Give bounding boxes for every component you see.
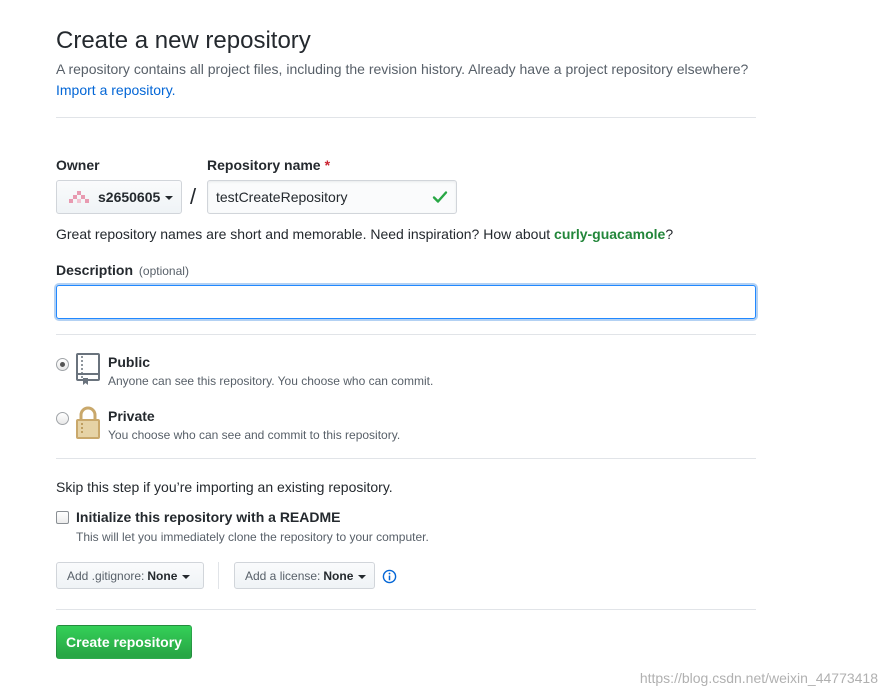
readme-checkbox[interactable] xyxy=(56,511,69,524)
private-title: Private xyxy=(108,408,155,424)
owner-value: s2650605 xyxy=(98,189,161,205)
description-label: Description (optional) xyxy=(56,262,189,278)
repo-name-label: Repository name * xyxy=(207,157,331,173)
import-repository-link[interactable]: Import a repository. xyxy=(56,82,176,98)
caret-down-icon xyxy=(358,574,367,579)
license-value: None xyxy=(323,568,354,583)
license-select[interactable]: Add a license: None xyxy=(234,562,375,589)
repo-book-icon xyxy=(76,353,100,385)
divider xyxy=(56,117,756,118)
gitignore-label: Add .gitignore: xyxy=(67,568,145,583)
page-subtitle: A repository contains all project files,… xyxy=(56,61,749,77)
readme-label[interactable]: Initialize this repository with a README xyxy=(76,509,340,525)
repo-name-input[interactable]: testCreateRepository xyxy=(207,180,457,214)
create-repository-button[interactable]: Create repository xyxy=(56,625,192,659)
repo-name-hint: Great repository names are short and mem… xyxy=(56,226,674,242)
page-title: Create a new repository xyxy=(56,27,311,54)
info-icon[interactable] xyxy=(382,569,397,584)
caret-down-icon xyxy=(165,196,174,200)
license-label: Add a license: xyxy=(245,568,321,583)
public-note: Anyone can see this repository. You choo… xyxy=(108,374,434,388)
lock-icon xyxy=(76,406,100,439)
public-title: Public xyxy=(108,354,151,370)
owner-label: Owner xyxy=(56,157,100,173)
gitignore-select[interactable]: Add .gitignore: None xyxy=(56,562,204,589)
public-radio[interactable] xyxy=(56,358,69,371)
caret-down-icon xyxy=(182,574,191,579)
divider xyxy=(56,458,756,459)
repo-name-value: testCreateRepository xyxy=(216,189,348,205)
optional-note: (optional) xyxy=(138,264,189,278)
divider xyxy=(218,562,219,589)
private-note: You choose who can see and commit to thi… xyxy=(108,428,401,442)
check-icon xyxy=(432,191,448,203)
private-radio[interactable] xyxy=(56,412,69,425)
description-input[interactable] xyxy=(56,285,756,319)
required-mark: * xyxy=(324,157,331,173)
readme-note: This will let you immediately clone the … xyxy=(76,530,429,544)
watermark-text: https://blog.csdn.net/weixin_44773418 xyxy=(639,670,878,686)
skip-step-text: Skip this step if you’re importing an ex… xyxy=(56,479,393,495)
avatar xyxy=(69,191,89,203)
divider xyxy=(56,609,756,610)
divider xyxy=(56,334,756,335)
owner-name-separator: / xyxy=(190,184,197,209)
owner-select[interactable]: s2650605 xyxy=(56,180,182,214)
name-suggestion[interactable]: curly-guacamole xyxy=(554,226,665,242)
gitignore-value: None xyxy=(147,568,178,583)
